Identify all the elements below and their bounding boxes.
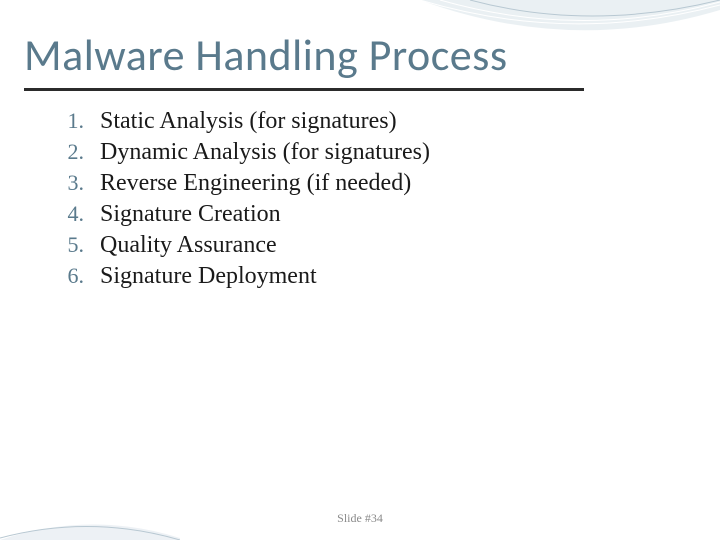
list-number: 2. — [50, 139, 100, 165]
list-number: 4. — [50, 201, 100, 227]
list-item: 6. Signature Deployment — [50, 263, 650, 290]
list-item: 1. Static Analysis (for signatures) — [50, 108, 650, 135]
list-item: 4. Signature Creation — [50, 201, 650, 228]
title-underline — [24, 88, 584, 91]
slide: Malware Handling Process 1. Static Analy… — [0, 0, 720, 540]
list-item: 3. Reverse Engineering (if needed) — [50, 170, 650, 197]
list-item: 2. Dynamic Analysis (for signatures) — [50, 139, 650, 166]
list-number: 1. — [50, 108, 100, 134]
list-text: Signature Creation — [100, 201, 281, 228]
list-text: Static Analysis (for signatures) — [100, 108, 397, 135]
list-text: Signature Deployment — [100, 263, 317, 290]
list-number: 6. — [50, 263, 100, 289]
list-number: 5. — [50, 232, 100, 258]
list-number: 3. — [50, 170, 100, 196]
list-item: 5. Quality Assurance — [50, 232, 650, 259]
list-text: Reverse Engineering (if needed) — [100, 170, 411, 197]
list-text: Dynamic Analysis (for signatures) — [100, 139, 430, 166]
slide-number: Slide #34 — [0, 511, 720, 526]
ordered-list: 1. Static Analysis (for signatures) 2. D… — [50, 108, 650, 294]
list-text: Quality Assurance — [100, 232, 277, 259]
slide-title: Malware Handling Process — [24, 28, 508, 82]
